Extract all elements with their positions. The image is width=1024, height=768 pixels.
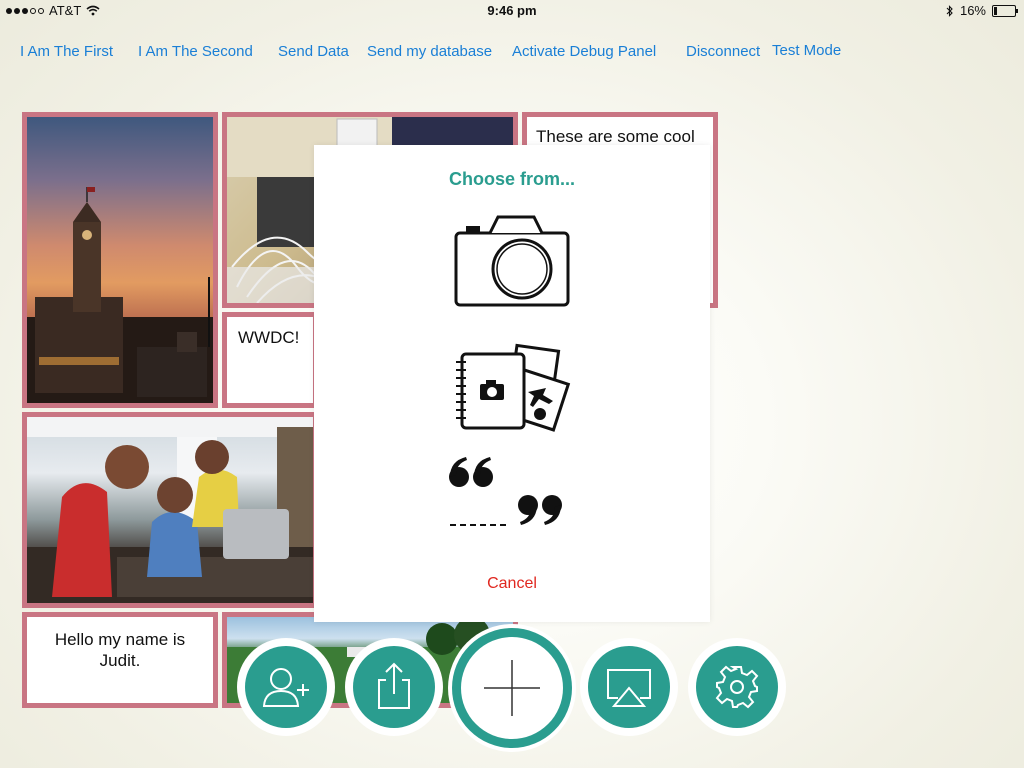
add-icon: [484, 660, 540, 716]
nav-link-send-my-database[interactable]: Send my database: [367, 43, 492, 60]
photo-tile-clock-tower[interactable]: [22, 112, 218, 408]
airplay-icon: [607, 669, 651, 707]
text-tile-wwdc[interactable]: WWDC!: [222, 312, 318, 408]
airplay-button[interactable]: [580, 638, 678, 736]
option-photo-library[interactable]: [454, 340, 574, 440]
share-button[interactable]: [345, 638, 443, 736]
option-quote[interactable]: [446, 455, 566, 535]
settings-button[interactable]: [688, 638, 786, 736]
add-button[interactable]: [448, 624, 576, 752]
battery-fill: [994, 6, 997, 15]
tile-text: These are some cool: [536, 127, 695, 146]
photo-album-icon: [456, 343, 571, 432]
settings-gear-icon: [715, 665, 759, 709]
battery-icon: [992, 4, 1018, 17]
nav-link-i-am-the-second[interactable]: I Am The Second: [138, 43, 253, 60]
share-icon: [378, 662, 410, 709]
add-user-button[interactable]: [237, 638, 335, 736]
camera-icon: [454, 215, 570, 307]
text-tile-hello[interactable]: Hello my name is Judit.: [22, 612, 218, 708]
dialog-title: Choose from...: [448, 169, 575, 189]
add-button-center: [461, 637, 563, 739]
share-button-fill: [353, 646, 435, 728]
choose-from-dialog: Choose from... Cancel: [314, 145, 710, 622]
clock-tower-photo: [27, 187, 213, 403]
add-user-icon: [262, 668, 309, 707]
cancel-button[interactable]: Cancel: [314, 575, 710, 593]
nav-link-test-mode[interactable]: Test Mode: [772, 42, 841, 59]
nav-link-activate-debug-panel[interactable]: Activate Debug Panel: [512, 43, 656, 60]
tile-text: Hello my name is Judit.: [54, 630, 186, 670]
nav-link-send-data[interactable]: Send Data: [278, 43, 349, 60]
add-user-button-fill: [245, 646, 327, 728]
bluetooth-icon: [946, 4, 953, 17]
tile-text: WWDC!: [238, 328, 300, 347]
quote-icon: [449, 457, 562, 526]
status-right: 16%: [946, 3, 1018, 18]
battery-percent: 16%: [959, 3, 986, 18]
status-bar: AT&T 9:46 pm 16%: [0, 0, 1024, 20]
nav-link-i-am-the-first[interactable]: I Am The First: [20, 43, 113, 60]
nav-link-disconnect[interactable]: Disconnect: [686, 43, 760, 60]
settings-button-fill: [696, 646, 778, 728]
photo-tile-kids[interactable]: [22, 412, 318, 608]
airplay-button-fill: [588, 646, 670, 728]
clock: 9:46 pm: [487, 3, 537, 18]
kids-with-tablet-photo: [27, 417, 313, 603]
option-camera[interactable]: [454, 213, 572, 309]
